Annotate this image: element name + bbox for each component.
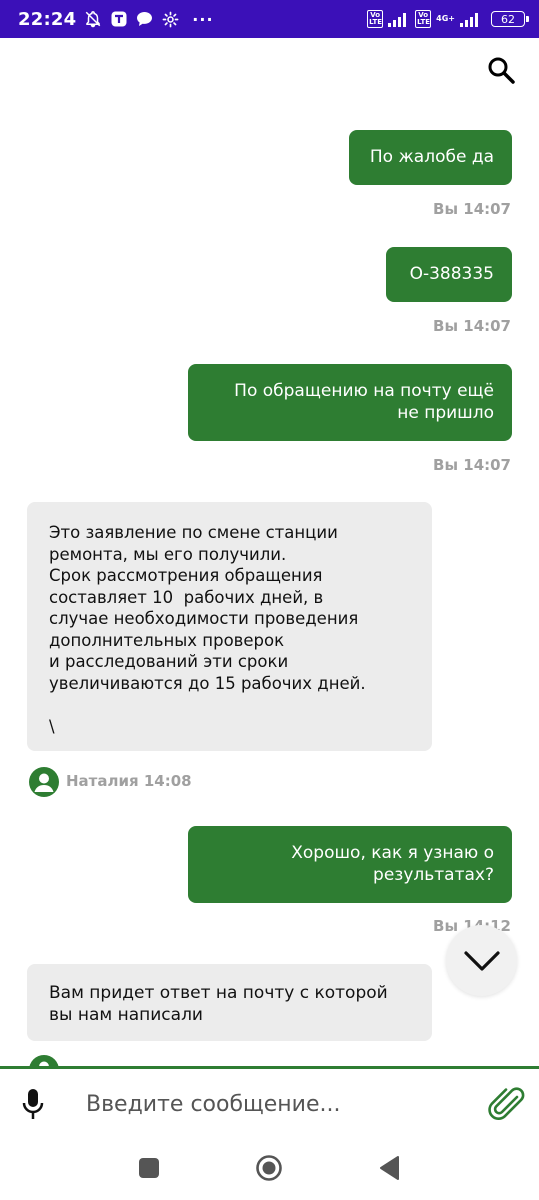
paperclip-icon [488, 1087, 525, 1120]
volte-badge-2: Vo LTE [415, 10, 432, 28]
outgoing-message[interactable]: По обращению на почту ещё не пришло [188, 364, 512, 441]
tinkoff-app-icon [111, 11, 127, 27]
back-button[interactable] [378, 1155, 400, 1185]
search-button[interactable] [486, 55, 516, 85]
message-text: По обращению на почту ещё не пришло [234, 381, 494, 423]
home-icon [256, 1155, 282, 1181]
back-icon [380, 1156, 399, 1180]
agent-avatar-icon [29, 767, 59, 797]
outgoing-message[interactable]: По жалобе да [349, 130, 512, 185]
message-text: Это заявление по смене станции ремонта, … [49, 523, 366, 736]
recent-apps-icon [139, 1158, 159, 1178]
message-composer [0, 1069, 539, 1139]
message-text: О-388335 [409, 263, 494, 284]
chat-app-icon [136, 11, 153, 27]
volte-badge-1: Vo LTE [367, 10, 384, 28]
message-meta: Вы 14:07 [433, 317, 511, 335]
message-text: По жалобе да [369, 146, 494, 167]
microphone-icon [22, 1089, 44, 1119]
message-meta: Вы 14:07 [433, 456, 511, 474]
outgoing-message[interactable]: Хорошо, как я узнаю о результатах? [188, 826, 512, 903]
message-input[interactable] [86, 1087, 466, 1121]
message-text: Хорошо, как я узнаю о результатах? [291, 843, 494, 885]
incoming-message[interactable]: Это заявление по смене станции ремонта, … [27, 502, 432, 751]
message-text: Вам придет ответ на почту с которой вы н… [49, 983, 388, 1025]
attach-button[interactable] [486, 1083, 526, 1123]
status-time: 22:24 [18, 8, 77, 30]
chevron-down-icon [463, 950, 500, 971]
settings-gear-icon [162, 11, 179, 28]
signal-icon-1 [388, 11, 410, 27]
more-notifications-icon: ··· [192, 9, 214, 29]
message-meta: Наталия 14:08 [66, 772, 192, 790]
outgoing-message[interactable]: О-388335 [386, 247, 512, 302]
status-bar: 22:24 ··· Vo LTE Vo LTE 4G+ 62 [0, 0, 539, 38]
notifications-off-icon [84, 10, 102, 28]
scroll-to-bottom-button[interactable] [446, 925, 517, 996]
microphone-button[interactable] [18, 1087, 48, 1121]
chat-screen: 22:24 ··· Vo LTE Vo LTE 4G+ 62 По жалобе… [0, 0, 539, 1200]
message-meta: Вы 14:07 [433, 200, 511, 218]
network-type: 4G+ [436, 14, 455, 23]
incoming-message[interactable]: Вам придет ответ на почту с которой вы н… [27, 964, 432, 1041]
recent-apps-button[interactable] [138, 1157, 160, 1183]
signal-icon-2 [460, 11, 482, 27]
home-button[interactable] [255, 1154, 283, 1186]
system-navigation-bar [0, 1139, 539, 1200]
battery-indicator: 62 [491, 11, 529, 27]
search-icon [488, 57, 515, 84]
